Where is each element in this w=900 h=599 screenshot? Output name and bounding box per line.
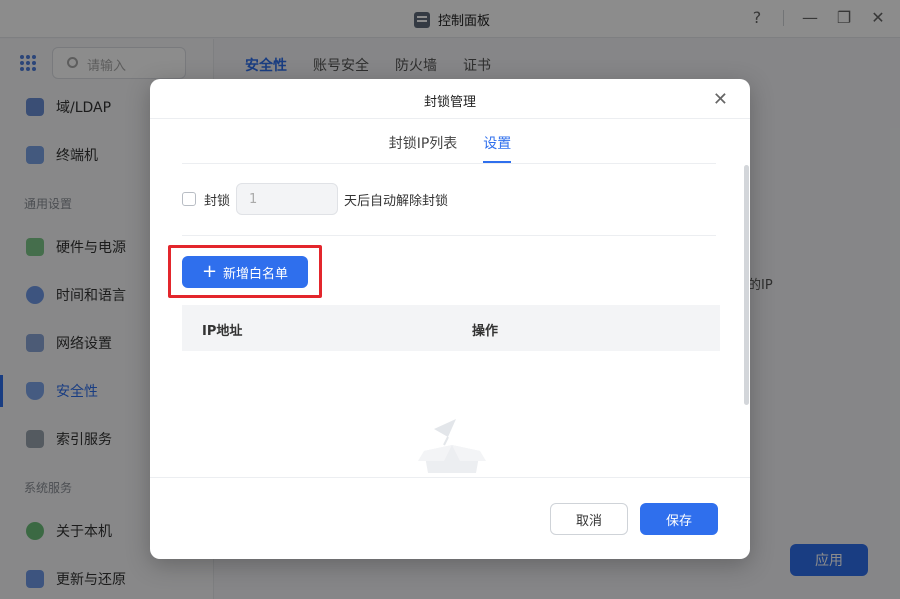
- settings-divider: [182, 235, 716, 236]
- close-icon[interactable]: ✕: [713, 89, 728, 110]
- column-ip-address: IP地址: [202, 324, 243, 339]
- highlight-box: [168, 245, 322, 298]
- block-label: 封锁: [204, 193, 231, 209]
- block-management-dialog: 封锁管理 ✕ 封锁IP列表 设置 封锁 天后自动解除封锁 + 新增白名单 IP地…: [150, 79, 750, 559]
- dialog-tabs: 封锁IP列表 设置: [150, 133, 750, 163]
- column-actions: 操作: [472, 324, 499, 339]
- cancel-button[interactable]: 取消: [550, 503, 628, 535]
- save-button[interactable]: 保存: [640, 503, 718, 535]
- unblock-suffix-label: 天后自动解除封锁: [344, 193, 449, 209]
- whitelist-table-header: IP地址 操作: [182, 305, 720, 351]
- tab-settings[interactable]: 设置: [483, 133, 512, 163]
- tabs-divider: [182, 163, 716, 164]
- dialog-header: 封锁管理 ✕: [150, 79, 750, 119]
- auto-unblock-row: 封锁 天后自动解除封锁: [182, 183, 448, 215]
- unblock-days-input[interactable]: [236, 183, 339, 215]
- dialog-scrollbar[interactable]: [744, 165, 749, 405]
- tab-blocked-ip-list[interactable]: 封锁IP列表: [389, 133, 458, 163]
- dialog-title: 封锁管理: [423, 95, 476, 110]
- empty-state-icon: [418, 419, 486, 473]
- footer-divider: [150, 477, 750, 478]
- block-checkbox[interactable]: [182, 192, 196, 206]
